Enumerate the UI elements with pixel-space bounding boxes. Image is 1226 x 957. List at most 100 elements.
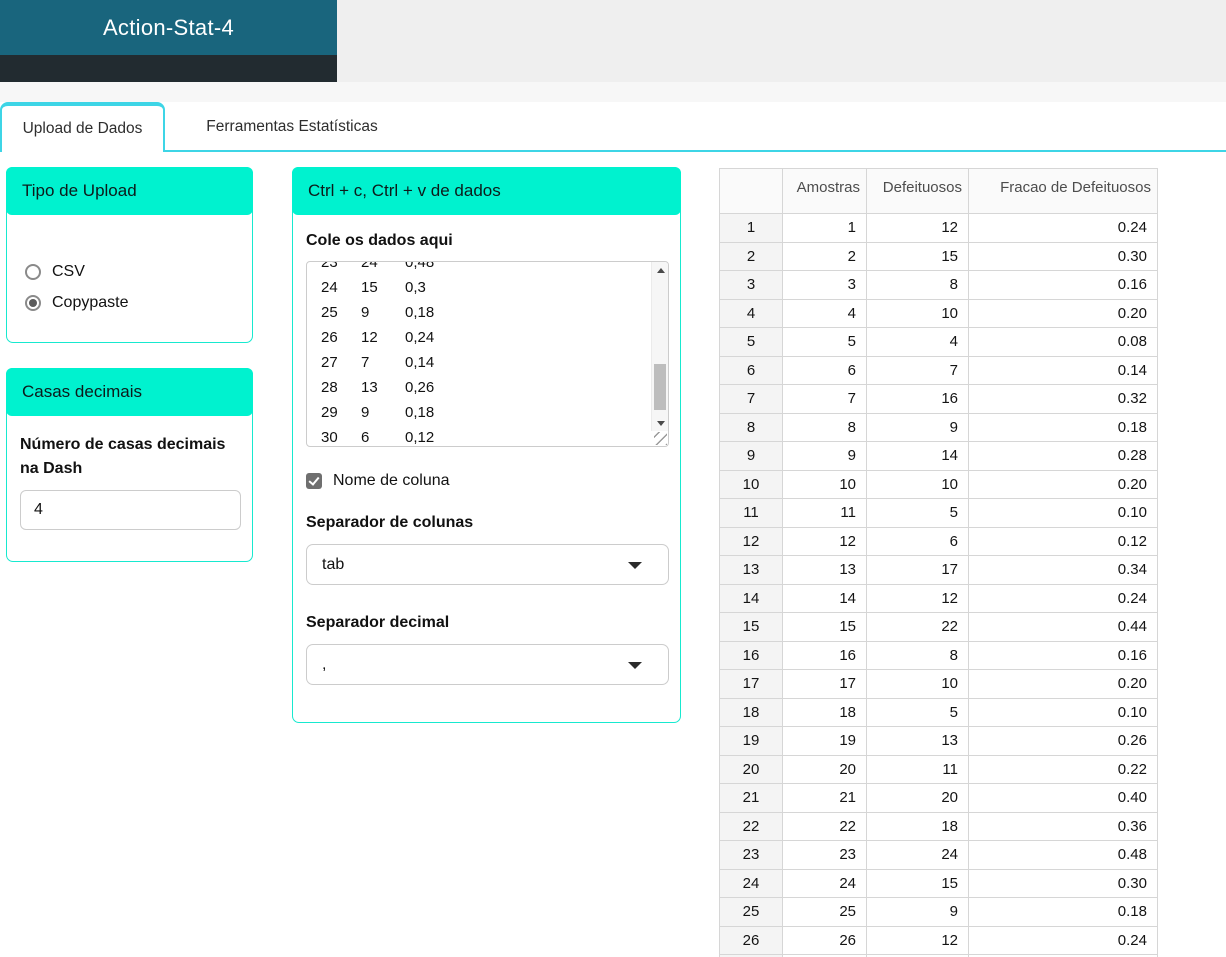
cell-amostras[interactable]: 14 [782, 583, 867, 613]
cell-amostras[interactable]: 10 [782, 469, 867, 499]
cell-defeituosos[interactable]: 8 [866, 270, 969, 300]
cell-fracao[interactable]: 0.24 [968, 925, 1158, 955]
cell-defeituosos[interactable]: 11 [866, 754, 969, 784]
cell-amostras[interactable]: 26 [782, 925, 867, 955]
textarea-scrollbar[interactable] [651, 262, 668, 431]
tab-upload-de-dados[interactable]: Upload de Dados [0, 102, 165, 152]
cell-defeituosos[interactable]: 5 [866, 498, 969, 528]
cell-defeituosos[interactable]: 10 [866, 298, 969, 328]
cell-fracao[interactable]: 0.16 [968, 640, 1158, 670]
decimal-separator-dropdown[interactable]: , [306, 644, 669, 685]
cell-defeituosos[interactable]: 13 [866, 726, 969, 756]
cell-fracao[interactable]: 0.14 [968, 355, 1158, 385]
cell-fracao[interactable]: 0.10 [968, 697, 1158, 727]
cell-defeituosos[interactable]: 5 [866, 697, 969, 727]
scroll-up-icon[interactable] [652, 262, 668, 278]
cell-fracao[interactable]: 0.30 [968, 241, 1158, 271]
resize-grip-icon[interactable] [654, 432, 667, 445]
cell-fracao[interactable]: 0.16 [968, 270, 1158, 300]
cell-amostras[interactable]: 16 [782, 640, 867, 670]
cell-amostras[interactable]: 6 [782, 355, 867, 385]
cell-amostras[interactable]: 13 [782, 555, 867, 585]
cell-defeituosos[interactable]: 8 [866, 640, 969, 670]
tab-ferramentas-estatisticas[interactable]: Ferramentas Estatísticas [167, 102, 417, 152]
cell-defeituosos[interactable]: 12 [866, 213, 969, 243]
cell-amostras[interactable]: 25 [782, 897, 867, 927]
cell-fracao[interactable]: 0.26 [968, 726, 1158, 756]
cell-fracao[interactable]: 0.30 [968, 868, 1158, 898]
cell-fracao[interactable]: 0.36 [968, 811, 1158, 841]
radio-icon-copypaste[interactable] [25, 294, 41, 311]
cell-amostras[interactable]: 2 [782, 241, 867, 271]
cell-defeituosos[interactable]: 7 [866, 355, 969, 385]
cell-index: 7 [719, 384, 783, 414]
cell-fracao[interactable]: 0.24 [968, 583, 1158, 613]
cell-amostras[interactable]: 22 [782, 811, 867, 841]
cell-fracao[interactable]: 0.22 [968, 754, 1158, 784]
cell-fracao[interactable]: 0.28 [968, 441, 1158, 471]
column-name-checkbox-row[interactable]: Nome de coluna [306, 472, 450, 490]
table-row: 1 1 12 0.24 [719, 213, 1158, 243]
cell-amostras[interactable]: 20 [782, 754, 867, 784]
cell-fracao[interactable]: 0.40 [968, 783, 1158, 813]
cell-defeituosos[interactable]: 10 [866, 469, 969, 499]
cell-fracao[interactable]: 0.20 [968, 298, 1158, 328]
cell-defeituosos[interactable]: 9 [866, 412, 969, 442]
cell-defeituosos[interactable]: 17 [866, 555, 969, 585]
cell-amostras[interactable]: 18 [782, 697, 867, 727]
cell-amostras[interactable]: 21 [782, 783, 867, 813]
cell-fracao[interactable]: 0.32 [968, 384, 1158, 414]
cell-amostras[interactable]: 7 [782, 384, 867, 414]
brand-block: Action-Stat-4 [0, 0, 337, 82]
cell-fracao[interactable]: 0.18 [968, 412, 1158, 442]
cell-fracao[interactable]: 0.20 [968, 469, 1158, 499]
cell-defeituosos[interactable]: 15 [866, 241, 969, 271]
cell-defeituosos[interactable]: 24 [866, 840, 969, 870]
paste-textarea[interactable]: 23 24 0,48 24 15 0,3 25 9 0,18 26 12 0,24 [306, 261, 669, 447]
cell-fracao[interactable]: 0.34 [968, 555, 1158, 585]
cell-defeituosos[interactable]: 12 [866, 925, 969, 955]
cell-defeituosos[interactable]: 10 [866, 669, 969, 699]
cell-defeituosos[interactable]: 12 [866, 583, 969, 613]
decimal-separator-value: , [322, 655, 327, 673]
cell-fracao[interactable]: 0.44 [968, 612, 1158, 642]
cell-fracao[interactable]: 0.08 [968, 327, 1158, 357]
cell-fracao[interactable]: 0.12 [968, 526, 1158, 556]
cell-amostras[interactable]: 11 [782, 498, 867, 528]
table-row: 22 22 18 0.36 [719, 811, 1158, 841]
cell-defeituosos[interactable]: 4 [866, 327, 969, 357]
radio-option-copypaste[interactable]: Copypaste [25, 287, 252, 318]
cell-fracao[interactable]: 0.18 [968, 897, 1158, 927]
radio-option-csv[interactable]: CSV [25, 256, 252, 287]
radio-icon-csv[interactable] [25, 263, 41, 280]
cell-amostras[interactable]: 8 [782, 412, 867, 442]
cell-fracao[interactable]: 0.24 [968, 213, 1158, 243]
cell-fracao[interactable]: 0.20 [968, 669, 1158, 699]
cell-defeituosos[interactable]: 6 [866, 526, 969, 556]
cell-amostras[interactable]: 17 [782, 669, 867, 699]
column-separator-dropdown[interactable]: tab [306, 544, 669, 585]
scrollbar-thumb[interactable] [654, 364, 666, 410]
cell-amostras[interactable]: 4 [782, 298, 867, 328]
checkbox-checked-icon[interactable] [306, 473, 322, 489]
cell-amostras[interactable]: 12 [782, 526, 867, 556]
cell-defeituosos[interactable]: 16 [866, 384, 969, 414]
decimals-input[interactable] [20, 490, 241, 530]
cell-amostras[interactable]: 15 [782, 612, 867, 642]
cell-defeituosos[interactable]: 22 [866, 612, 969, 642]
cell-amostras[interactable]: 5 [782, 327, 867, 357]
cell-fracao[interactable]: 0.10 [968, 498, 1158, 528]
scroll-down-icon[interactable] [652, 415, 668, 431]
cell-defeituosos[interactable]: 20 [866, 783, 969, 813]
cell-defeituosos[interactable]: 18 [866, 811, 969, 841]
cell-amostras[interactable]: 24 [782, 868, 867, 898]
cell-amostras[interactable]: 3 [782, 270, 867, 300]
cell-defeituosos[interactable]: 15 [866, 868, 969, 898]
cell-defeituosos[interactable]: 9 [866, 897, 969, 927]
cell-amostras[interactable]: 23 [782, 840, 867, 870]
cell-amostras[interactable]: 19 [782, 726, 867, 756]
cell-fracao[interactable]: 0.48 [968, 840, 1158, 870]
cell-amostras[interactable]: 1 [782, 213, 867, 243]
cell-defeituosos[interactable]: 14 [866, 441, 969, 471]
cell-amostras[interactable]: 9 [782, 441, 867, 471]
